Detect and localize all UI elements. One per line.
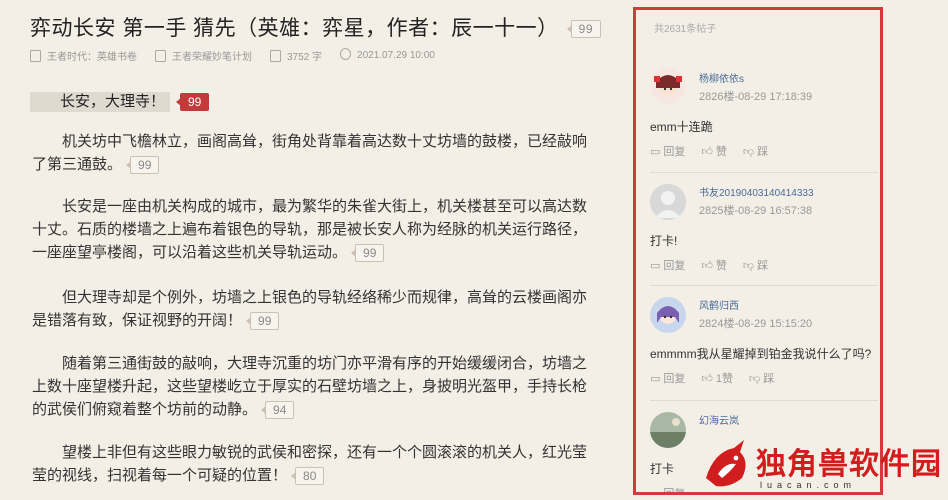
series-link: 王者时代：英雄书卷 bbox=[47, 52, 137, 63]
article-meta: 王者时代：英雄书卷 王者荣耀妙笔计划 3752 字 2021.07.29 10:… bbox=[30, 48, 435, 63]
paragraph: 随着第三通街鼓的敲响，大理寺沉重的坊门亦平滑有序的开始缓缓闭合，坊墙之上数十座望… bbox=[32, 355, 588, 420]
chapter-heading: 长安，大理寺！ 99 bbox=[30, 92, 210, 112]
avatar[interactable] bbox=[650, 297, 686, 333]
paragraph: 机关坊中飞檐林立，画阁高耸，街角处背靠着高达数十丈坊墙的鼓楼，已经敲响了第三通鼓… bbox=[32, 133, 588, 175]
publish-date: 2021.07.29 10:00 bbox=[357, 50, 435, 61]
thumbs-up-icon: 👍︎ bbox=[701, 259, 713, 272]
watermark-domain: luacan.com bbox=[760, 480, 857, 490]
divider bbox=[650, 285, 878, 286]
divider bbox=[650, 172, 878, 173]
like-button[interactable]: 👍︎ 赞 bbox=[701, 143, 727, 159]
paragraph-comment-badge[interactable]: 99 bbox=[125, 156, 160, 175]
paragraph: 望楼上非但有这些眼力敏锐的武侯和密探，还有一个个圆滚滚的机关人，红光莹莹的视线，… bbox=[32, 444, 588, 486]
document-icon bbox=[270, 50, 281, 62]
comment-username[interactable]: 幻海云岚 bbox=[699, 412, 739, 427]
avatar[interactable] bbox=[650, 412, 686, 448]
pen-icon bbox=[155, 50, 166, 62]
divider bbox=[650, 400, 878, 401]
comment-floor: 2824楼-08-29 15:15:20 bbox=[699, 318, 813, 330]
comment-floor: 2825楼-08-29 16:57:38 bbox=[699, 205, 813, 217]
thumbs-down-icon: 👎︎ bbox=[749, 372, 761, 385]
dislike-button[interactable]: 👎︎ 踩 bbox=[749, 370, 774, 386]
comment-username[interactable]: 风鹤归西 bbox=[699, 297, 739, 312]
dislike-button[interactable]: 👎︎ 踩 bbox=[743, 257, 768, 273]
plan-link: 王者荣耀妙笔计划 bbox=[172, 52, 252, 63]
dislike-button[interactable]: 👎︎ 踩 bbox=[743, 143, 768, 159]
thumbs-down-icon: 👎︎ bbox=[742, 259, 755, 272]
avatar[interactable] bbox=[650, 184, 686, 220]
article-reader: 弈动长安 第一手 猜先（英雄：弈星，作者：辰一十一） 99 王者时代：英雄书卷 王… bbox=[0, 0, 630, 500]
reply-button[interactable]: ▭ 回复 bbox=[650, 143, 685, 159]
clock-icon bbox=[340, 48, 352, 60]
reply-button[interactable]: ▭ 回复 bbox=[650, 370, 685, 386]
like-button[interactable]: 👍︎ 赞 bbox=[701, 257, 727, 273]
comment-text: 打卡! bbox=[650, 234, 678, 248]
like-button[interactable]: 👍︎ 1赞 bbox=[701, 370, 733, 386]
watermark-brand: 独角兽软件园 bbox=[756, 448, 942, 481]
thumbs-up-icon: 👍︎ bbox=[701, 372, 713, 385]
unicorn-logo-icon bbox=[706, 440, 746, 487]
comment-actions: ▭ 回复 👍︎ 赞 👎︎ 踩 bbox=[650, 143, 768, 159]
comment-text: emm十连跪 bbox=[650, 120, 713, 134]
chapter-comment-badge[interactable]: 99 bbox=[175, 93, 210, 111]
word-count: 3752 字 bbox=[287, 52, 323, 63]
paragraph-comment-badge[interactable]: 99 bbox=[350, 244, 385, 263]
chat-icon: ▭ bbox=[650, 372, 661, 385]
paragraph-comment-badge[interactable]: 99 bbox=[245, 312, 280, 331]
comment-sidebar: 共2631条帖子 杨柳依依s 2826楼-08-29 17:18:39 emm十… bbox=[633, 7, 883, 495]
comment-actions: ▭ 回复 bbox=[650, 485, 685, 495]
comment-text: 打卡 bbox=[650, 462, 675, 476]
comment-text: emmmm我从星耀掉到铂金我说什么了吗? bbox=[650, 347, 872, 361]
paragraph-comment-badge[interactable]: 80 bbox=[290, 467, 325, 486]
chat-icon: ▭ bbox=[650, 259, 661, 272]
paragraph: 但大理寺却是个例外，坊墙之上银色的导轨经络稀少而规律，高耸的云楼画阁亦是错落有致… bbox=[32, 289, 588, 331]
comment-actions: ▭ 回复 👍︎ 1赞 👎︎ 踩 bbox=[650, 370, 774, 386]
thumbs-down-icon: 👎︎ bbox=[742, 145, 755, 158]
comment-floor: 2826楼-08-29 17:18:39 bbox=[699, 91, 813, 103]
comment-username[interactable]: 书友20190403140414333 bbox=[699, 184, 814, 199]
paragraph: 长安是一座由机关构成的城市，最为繁华的朱雀大街上，机关楼甚至可以高达数十丈。石质… bbox=[32, 198, 588, 263]
thumbs-up-icon: 👍︎ bbox=[701, 145, 713, 158]
paragraph-comment-badge[interactable]: 94 bbox=[260, 401, 295, 420]
post-count: 共2631条帖子 bbox=[654, 24, 717, 35]
comment-username[interactable]: 杨柳依依s bbox=[699, 70, 744, 85]
article-title: 弈动长安 第一手 猜先（英雄：弈星，作者：辰一十一） 99 bbox=[30, 12, 602, 42]
comment-count-badge[interactable]: 99 bbox=[566, 20, 602, 39]
comment-actions: ▭ 回复 👍︎ 赞 👎︎ 踩 bbox=[650, 257, 768, 273]
chat-icon: ▭ bbox=[650, 487, 661, 495]
avatar[interactable] bbox=[650, 68, 686, 104]
watermark: 独角兽软件园 luacan.com bbox=[698, 436, 942, 494]
reply-button[interactable]: ▭ 回复 bbox=[650, 485, 685, 495]
book-icon bbox=[30, 50, 41, 62]
reply-button[interactable]: ▭ 回复 bbox=[650, 257, 685, 273]
chat-icon: ▭ bbox=[650, 145, 661, 158]
